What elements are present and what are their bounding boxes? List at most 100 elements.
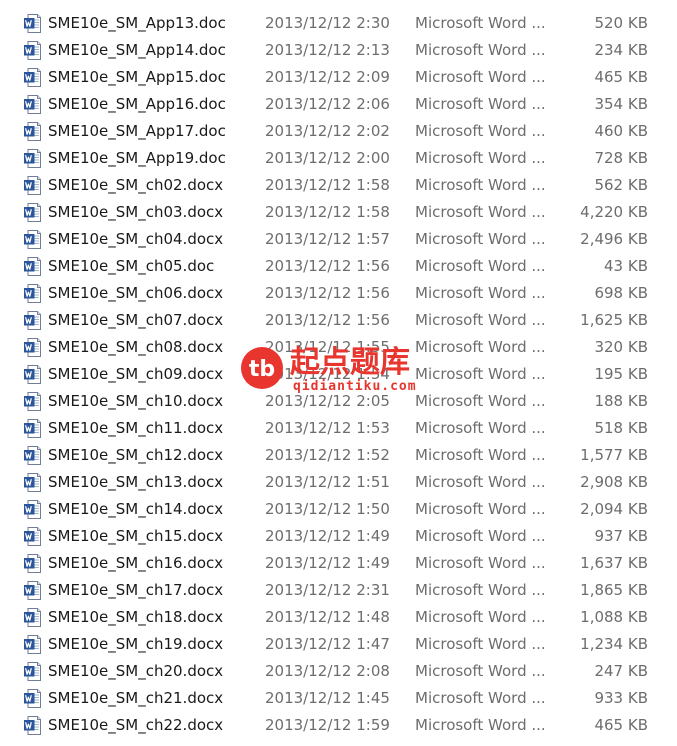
file-row[interactable]: SME10e_SM_ch08.docx 2013/12/12 1:55 Micr… (0, 334, 677, 361)
file-type: Microsoft Word ... (415, 176, 546, 194)
file-name: SME10e_SM_ch10.docx (48, 392, 224, 410)
file-row[interactable]: SME10e_SM_ch11.docx 2013/12/12 1:53 Micr… (0, 415, 677, 442)
file-size: 465 KB (594, 716, 648, 734)
file-type: Microsoft Word ... (415, 41, 546, 59)
word-document-icon (23, 283, 42, 304)
file-date-modified: 2013/12/12 1:45 (265, 689, 390, 707)
file-date-modified: 2013/12/12 1:56 (265, 257, 390, 275)
file-name: SME10e_SM_ch15.docx (48, 527, 224, 545)
word-document-icon (23, 499, 42, 520)
file-date-modified: 2013/12/12 2:30 (265, 14, 390, 32)
word-document-icon (23, 121, 42, 142)
file-row[interactable]: SME10e_SM_ch06.docx 2013/12/12 1:56 Micr… (0, 280, 677, 307)
word-document-icon (23, 364, 42, 385)
file-row[interactable]: SME10e_SM_ch17.docx 2013/12/12 2:31 Micr… (0, 577, 677, 604)
file-type: Microsoft Word ... (415, 257, 546, 275)
file-row[interactable]: SME10e_SM_App13.doc 2013/12/12 2:30 Micr… (0, 10, 677, 37)
file-name: SME10e_SM_ch13.docx (48, 473, 224, 491)
file-type: Microsoft Word ... (415, 473, 546, 491)
file-row[interactable]: SME10e_SM_ch05.doc 2013/12/12 1:56 Micro… (0, 253, 677, 280)
word-document-icon (23, 175, 42, 196)
word-document-icon (23, 688, 42, 709)
file-row[interactable]: SME10e_SM_App15.doc 2013/12/12 2:09 Micr… (0, 64, 677, 91)
file-name: SME10e_SM_ch07.docx (48, 311, 224, 329)
file-type: Microsoft Word ... (415, 716, 546, 734)
word-document-icon (23, 634, 42, 655)
file-size: 933 KB (594, 689, 648, 707)
file-row[interactable]: SME10e_SM_ch22.docx 2013/12/12 1:59 Micr… (0, 712, 677, 739)
file-size: 465 KB (594, 68, 648, 86)
file-size: 728 KB (594, 149, 648, 167)
file-type: Microsoft Word ... (415, 500, 546, 518)
file-size: 234 KB (594, 41, 648, 59)
file-name: SME10e_SM_ch08.docx (48, 338, 224, 356)
file-row[interactable]: SME10e_SM_ch15.docx 2013/12/12 1:49 Micr… (0, 523, 677, 550)
file-row[interactable]: SME10e_SM_App14.doc 2013/12/12 2:13 Micr… (0, 37, 677, 64)
file-row[interactable]: SME10e_SM_ch21.docx 2013/12/12 1:45 Micr… (0, 685, 677, 712)
file-row[interactable]: SME10e_SM_ch07.docx 2013/12/12 1:56 Micr… (0, 307, 677, 334)
file-type: Microsoft Word ... (415, 581, 546, 599)
file-type: Microsoft Word ... (415, 203, 546, 221)
file-date-modified: 2013/12/12 2:06 (265, 95, 390, 113)
file-row[interactable]: SME10e_SM_ch20.docx 2013/12/12 2:08 Micr… (0, 658, 677, 685)
file-name: SME10e_SM_ch02.docx (48, 176, 224, 194)
file-row[interactable]: SME10e_SM_App19.doc 2013/12/12 2:00 Micr… (0, 145, 677, 172)
file-row[interactable]: SME10e_SM_ch14.docx 2013/12/12 1:50 Micr… (0, 496, 677, 523)
file-name: SME10e_SM_ch16.docx (48, 554, 224, 572)
file-size: 520 KB (594, 14, 648, 32)
file-date-modified: 2013/12/12 1:56 (265, 284, 390, 302)
file-row[interactable]: SME10e_SM_App17.doc 2013/12/12 2:02 Micr… (0, 118, 677, 145)
file-name: SME10e_SM_App15.doc (48, 68, 226, 86)
file-size: 2,496 KB (580, 230, 648, 248)
word-document-icon (23, 715, 42, 736)
file-size: 1,865 KB (580, 581, 648, 599)
file-row[interactable]: SME10e_SM_ch19.docx 2013/12/12 1:47 Micr… (0, 631, 677, 658)
file-type: Microsoft Word ... (415, 365, 546, 383)
file-date-modified: 2013/12/12 2:05 (265, 392, 390, 410)
word-document-icon (23, 661, 42, 682)
file-date-modified: 2013/12/12 1:51 (265, 473, 390, 491)
file-date-modified: 2013/12/12 2:31 (265, 581, 390, 599)
file-size: 1,088 KB (580, 608, 648, 626)
file-size: 2,908 KB (580, 473, 648, 491)
file-type: Microsoft Word ... (415, 608, 546, 626)
file-name: SME10e_SM_ch09.docx (48, 365, 224, 383)
file-size: 1,637 KB (580, 554, 648, 572)
file-date-modified: 2013/12/12 1:48 (265, 608, 390, 626)
file-row[interactable]: SME10e_SM_ch10.docx 2013/12/12 2:05 Micr… (0, 388, 677, 415)
file-size: 1,234 KB (580, 635, 648, 653)
file-row[interactable]: SME10e_SM_ch03.docx 2013/12/12 1:58 Micr… (0, 199, 677, 226)
file-size: 518 KB (594, 419, 648, 437)
file-row[interactable]: SME10e_SM_ch02.docx 2013/12/12 1:58 Micr… (0, 172, 677, 199)
file-row[interactable]: SME10e_SM_ch12.docx 2013/12/12 1:52 Micr… (0, 442, 677, 469)
word-document-icon (23, 472, 42, 493)
file-type: Microsoft Word ... (415, 338, 546, 356)
file-date-modified: 2013/12/12 2:02 (265, 122, 390, 140)
file-row[interactable]: SME10e_SM_ch16.docx 2013/12/12 1:49 Micr… (0, 550, 677, 577)
word-document-icon (23, 391, 42, 412)
file-name: SME10e_SM_ch11.docx (48, 419, 224, 437)
file-size: 320 KB (594, 338, 648, 356)
file-row[interactable]: SME10e_SM_ch13.docx 2013/12/12 1:51 Micr… (0, 469, 677, 496)
file-name: SME10e_SM_ch18.docx (48, 608, 224, 626)
file-date-modified: 2013/12/12 1:58 (265, 176, 390, 194)
word-document-icon (23, 607, 42, 628)
file-date-modified: 2013/12/12 1:57 (265, 230, 390, 248)
file-size: 460 KB (594, 122, 648, 140)
file-date-modified: 2013/12/12 1:52 (265, 446, 390, 464)
file-size: 698 KB (594, 284, 648, 302)
file-type: Microsoft Word ... (415, 68, 546, 86)
file-row[interactable]: SME10e_SM_ch09.docx 2013/12/12 1:54 Micr… (0, 361, 677, 388)
file-date-modified: 2013/12/12 1:56 (265, 311, 390, 329)
file-size: 4,220 KB (580, 203, 648, 221)
file-row[interactable]: SME10e_SM_App16.doc 2013/12/12 2:06 Micr… (0, 91, 677, 118)
file-type: Microsoft Word ... (415, 392, 546, 410)
file-row[interactable]: SME10e_SM_ch18.docx 2013/12/12 1:48 Micr… (0, 604, 677, 631)
word-document-icon (23, 202, 42, 223)
file-name: SME10e_SM_ch20.docx (48, 662, 224, 680)
file-date-modified: 2013/12/12 1:53 (265, 419, 390, 437)
file-date-modified: 2013/12/12 1:59 (265, 716, 390, 734)
file-size: 195 KB (594, 365, 648, 383)
file-type: Microsoft Word ... (415, 230, 546, 248)
file-row[interactable]: SME10e_SM_ch04.docx 2013/12/12 1:57 Micr… (0, 226, 677, 253)
